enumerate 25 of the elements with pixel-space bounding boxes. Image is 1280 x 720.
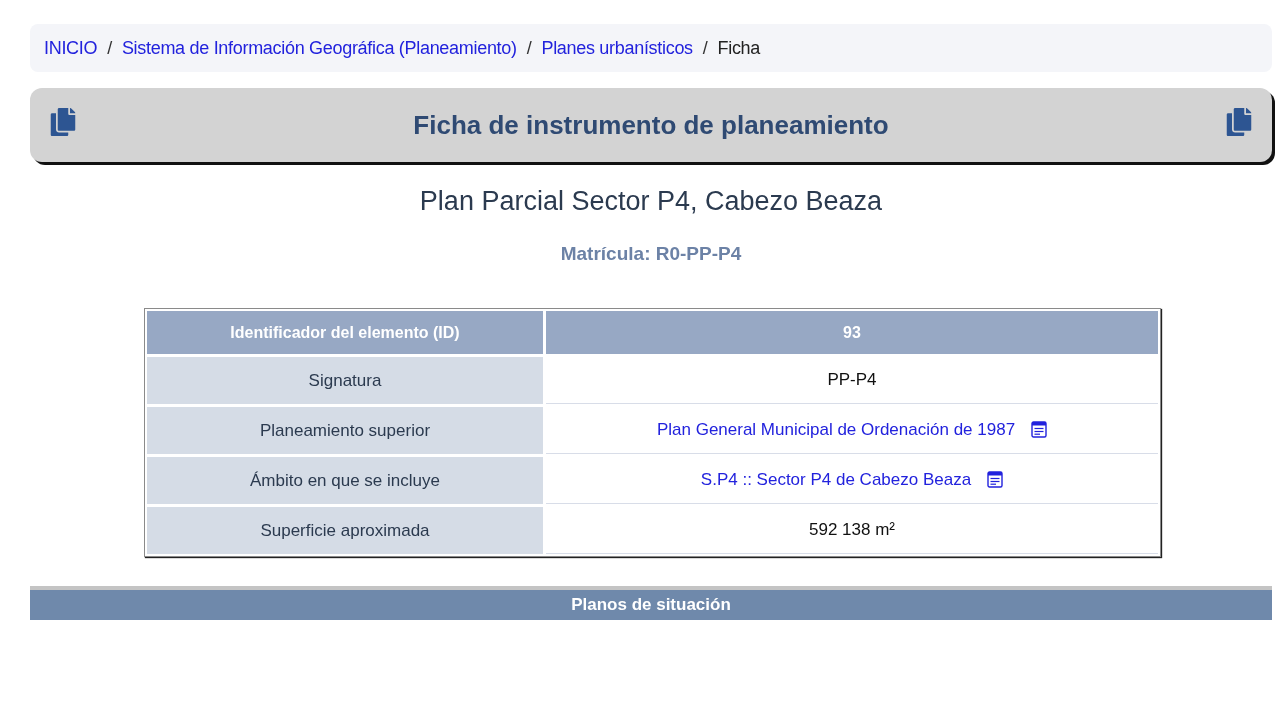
plan-name: Plan Parcial Sector P4, Cabezo Beaza: [419, 186, 883, 217]
breadcrumb-link[interactable]: Planes urbanísticos: [541, 37, 693, 59]
header-cell: 93: [546, 311, 1158, 354]
label-cell: Planeamiento superior: [147, 407, 543, 454]
copy-icon: [50, 108, 76, 136]
breadcrumb-link[interactable]: INICIO: [44, 37, 98, 59]
section-title: Planos de situación: [571, 595, 731, 615]
record-link[interactable]: Plan General Municipal de Ordenación de 1987: [656, 419, 1016, 440]
record-link[interactable]: S.P4 :: Sector P4 de Cabezo Beaza: [700, 469, 972, 490]
breadcrumb-separator: /: [107, 37, 112, 59]
copy-icon: [1226, 108, 1252, 136]
label-cell: Superficie aproximada: [147, 507, 543, 554]
breadcrumb-link[interactable]: Sistema de Información Geográfica (Planeamiento): [121, 37, 517, 59]
header-cell: Identificador del elemento (ID): [147, 311, 543, 354]
label-cell: Ámbito en que se incluye: [147, 457, 543, 504]
page-title: Ficha de instrumento de planeamiento: [413, 109, 889, 141]
form-icon[interactable]: [987, 471, 1004, 488]
value-cell: PP-P4: [546, 356, 1158, 404]
breadcrumb-separator: /: [526, 37, 532, 59]
registration-number: Matrícula: R0-PP-P4: [560, 243, 742, 265]
breadcrumb-current: Ficha: [717, 37, 761, 59]
form-icon[interactable]: [1031, 421, 1048, 438]
breadcrumb-separator: /: [702, 37, 708, 59]
label-cell: Signatura: [147, 357, 543, 404]
value-cell: 592 138 m²: [546, 506, 1158, 554]
